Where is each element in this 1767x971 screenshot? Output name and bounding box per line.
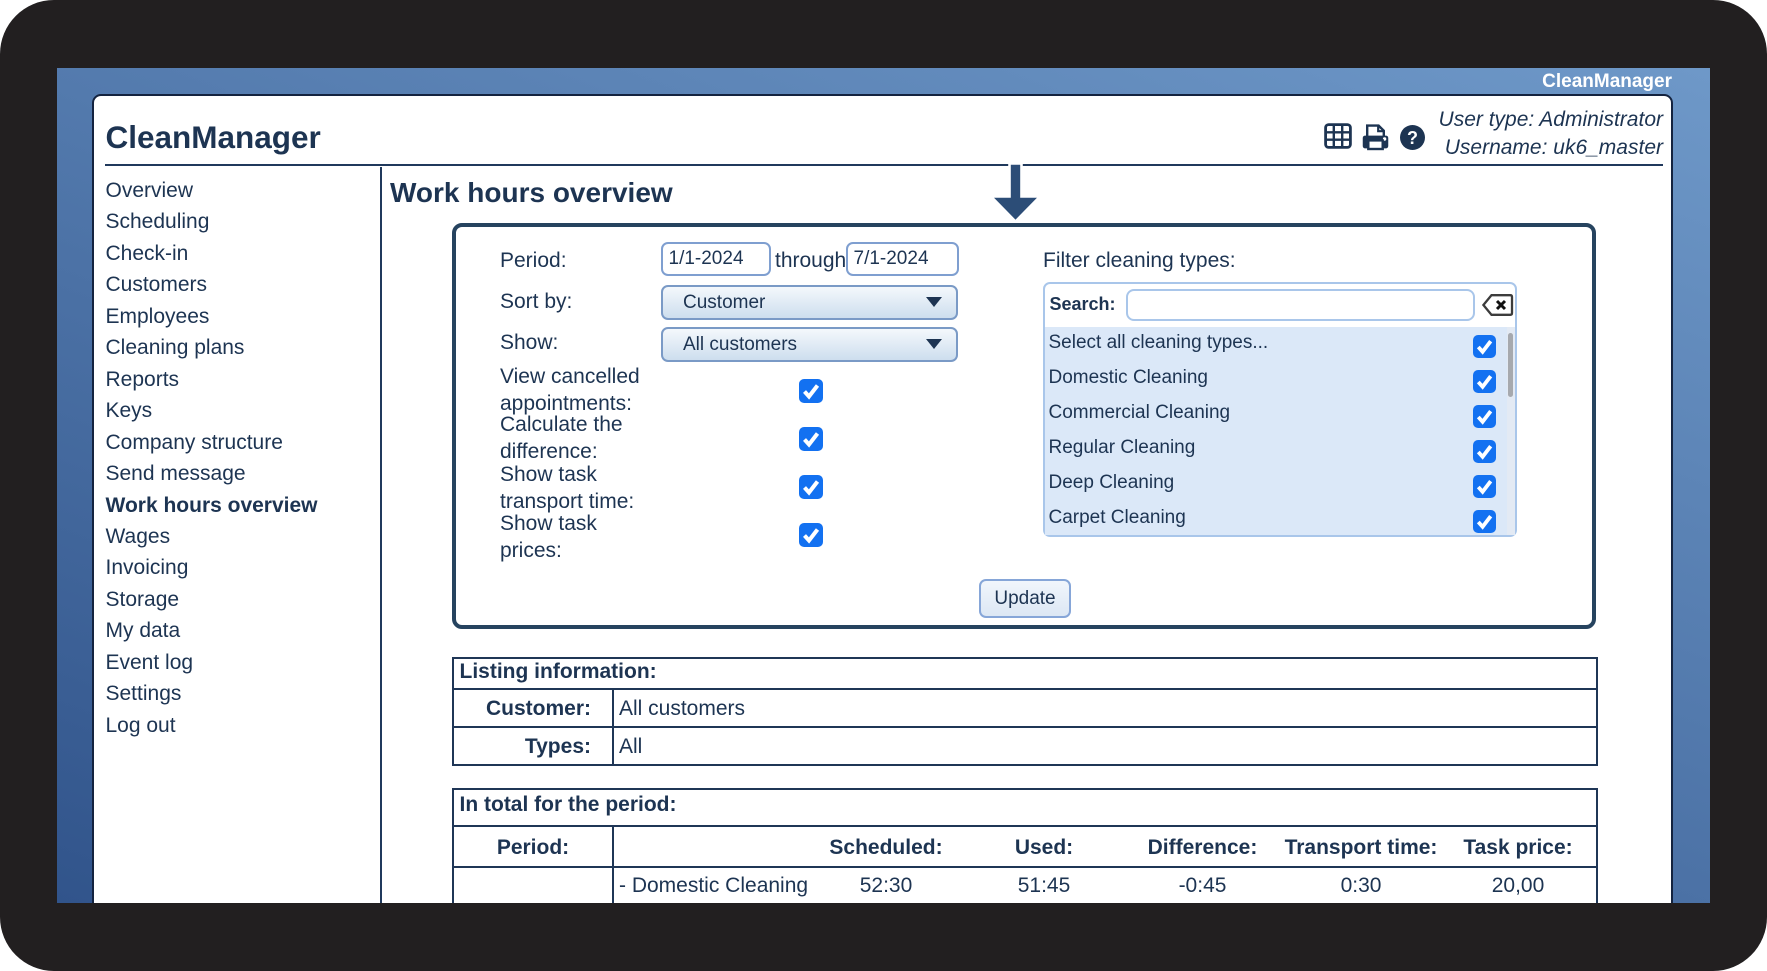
svg-text:?: ? xyxy=(1407,128,1418,148)
